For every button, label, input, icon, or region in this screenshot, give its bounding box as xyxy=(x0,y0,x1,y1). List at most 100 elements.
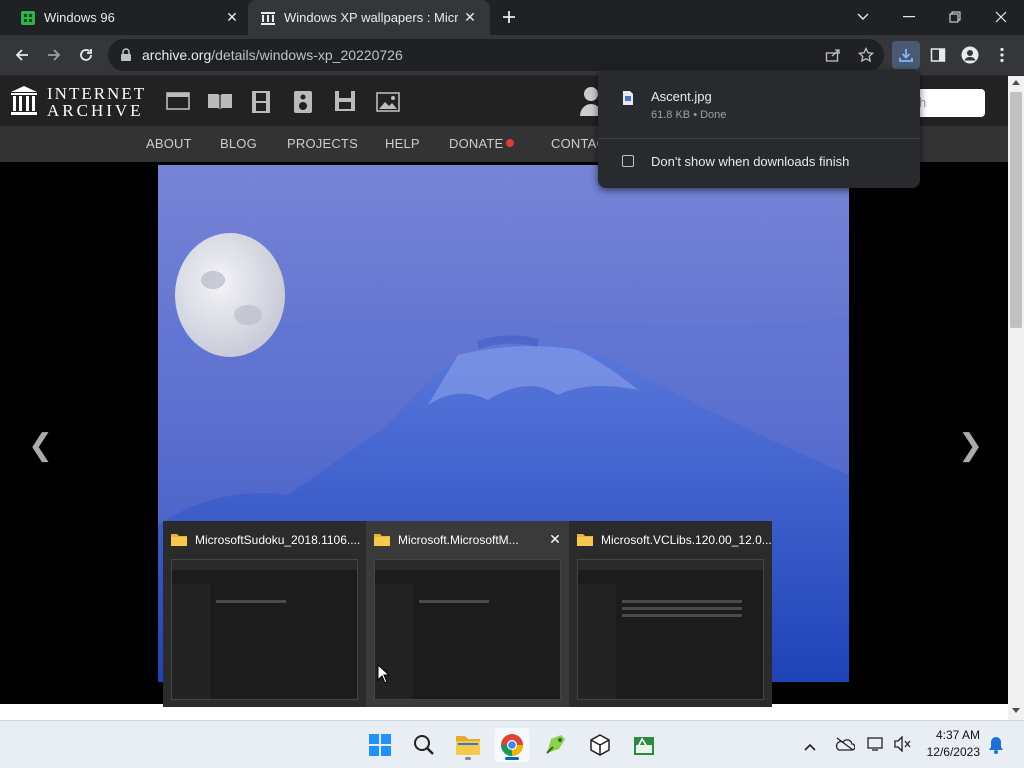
preview-title: MicrosoftSudoku_2018.1106.... xyxy=(195,533,361,547)
start-button[interactable] xyxy=(363,728,397,762)
download-filename: Ascent.jpg xyxy=(651,89,712,104)
back-button[interactable] xyxy=(8,41,36,69)
onedrive-icon[interactable] xyxy=(835,737,855,751)
taskbar-thumbnail-previews: MicrosoftSudoku_2018.1106.... Microsoft.… xyxy=(163,521,772,707)
volume-muted-icon[interactable] xyxy=(894,736,912,752)
tab-search-button[interactable] xyxy=(840,0,886,33)
dont-show-checkbox[interactable] xyxy=(622,155,634,167)
nav-help[interactable]: HELP xyxy=(385,136,420,151)
windows-taskbar: 4:37 AM 12/6/2023 xyxy=(0,720,1024,768)
search-icon xyxy=(414,735,434,755)
search-button[interactable] xyxy=(407,728,441,762)
preview-window-vclibs[interactable]: Microsoft.VCLibs.120.00_12.0... xyxy=(569,521,772,707)
mouse-cursor-icon xyxy=(377,664,389,684)
clock-date[interactable]: 12/6/2023 xyxy=(918,745,980,759)
file-explorer-button[interactable] xyxy=(451,728,485,762)
download-item[interactable]: Ascent.jpg 61.8 KB • Done xyxy=(598,70,920,138)
download-meta: 61.8 KB • Done xyxy=(651,109,727,121)
windows-logo-icon xyxy=(369,734,391,756)
chrome-button[interactable] xyxy=(495,728,529,762)
chevron-down-icon xyxy=(857,13,869,20)
downloads-divider xyxy=(598,138,920,139)
restore-icon xyxy=(949,11,961,22)
floppy-disk-icon[interactable] xyxy=(334,90,356,112)
tab-windows-96[interactable]: Windows 96 ✕ xyxy=(0,0,248,35)
tab-strip: Windows 96 ✕ Windows XP wallpapers : Mic… xyxy=(0,0,1024,35)
downloads-bubble: Ascent.jpg 61.8 KB • Done Don't show whe… xyxy=(598,70,920,188)
show-hidden-icons-button[interactable] xyxy=(804,738,816,756)
bookmark-star-icon[interactable] xyxy=(858,47,874,63)
dont-show-label[interactable]: Don't show when downloads finish xyxy=(651,154,849,169)
app-icon xyxy=(634,737,654,755)
tab-title: Windows 96 xyxy=(44,10,115,25)
pinned-app-button[interactable] xyxy=(539,728,573,762)
address-bar[interactable]: archive.org/details/windows-xp_20220726 xyxy=(108,39,884,71)
download-icon xyxy=(899,49,913,62)
preview-window-sudoku[interactable]: MicrosoftSudoku_2018.1106.... xyxy=(163,521,366,707)
new-tab-button[interactable] xyxy=(495,3,523,31)
forward-button[interactable] xyxy=(40,41,68,69)
carousel-next-icon[interactable]: ❯ xyxy=(958,428,983,463)
scrollbar-thumb[interactable] xyxy=(1010,92,1022,328)
ia-logo[interactable]: INTERNET ARCHIVE xyxy=(10,84,145,120)
side-panel-button[interactable] xyxy=(924,41,952,69)
file-icon xyxy=(623,91,633,105)
minimize-icon xyxy=(903,15,915,17)
profile-button[interactable] xyxy=(956,41,984,69)
pinned-app-button-3[interactable] xyxy=(627,728,661,762)
scroll-up-icon[interactable] xyxy=(1012,80,1020,85)
windows-96-favicon-icon xyxy=(21,10,35,25)
minimize-button[interactable] xyxy=(886,0,932,33)
preview-thumbnail xyxy=(171,559,358,700)
notification-bell-icon[interactable] xyxy=(988,736,1004,754)
nav-donate[interactable]: DONATE xyxy=(449,136,503,151)
chrome-menu-button[interactable] xyxy=(988,41,1016,69)
url-text: archive.org/details/windows-xp_20220726 xyxy=(142,47,403,63)
side-panel-icon xyxy=(930,48,946,62)
preview-title: Microsoft.VCLibs.120.00_12.0... xyxy=(601,533,772,547)
carousel-prev-icon[interactable]: ❮ xyxy=(28,428,53,463)
paint-app-icon xyxy=(546,735,565,754)
arrow-right-icon xyxy=(48,49,61,61)
preview-window-microsoftm[interactable]: Microsoft.MicrosoftM... ✕ xyxy=(366,521,569,707)
tab-title: Windows XP wallpapers : Micros xyxy=(284,10,458,25)
clock-time[interactable]: 4:37 AM xyxy=(918,728,980,742)
tab-windows-xp-wallpapers[interactable]: Windows XP wallpapers : Micros ✕ xyxy=(248,0,490,35)
profile-icon xyxy=(961,46,979,64)
running-indicator xyxy=(505,757,519,760)
folder-icon xyxy=(456,736,480,755)
scroll-down-icon[interactable] xyxy=(1012,708,1020,713)
network-icon[interactable] xyxy=(867,736,885,752)
speaker-icon[interactable] xyxy=(293,90,313,114)
chevron-up-icon xyxy=(804,743,816,751)
nav-blog[interactable]: BLOG xyxy=(220,136,257,151)
restore-button[interactable] xyxy=(932,0,978,33)
downloads-button[interactable] xyxy=(892,41,920,69)
nav-projects[interactable]: PROJECTS xyxy=(287,136,358,151)
close-window-button[interactable] xyxy=(978,0,1024,33)
page-scrollbar[interactable] xyxy=(1008,76,1024,720)
archive-building-icon xyxy=(11,86,37,115)
reload-icon xyxy=(80,49,92,61)
running-indicator xyxy=(465,757,471,760)
preview-title: Microsoft.MicrosoftM... xyxy=(398,533,519,547)
web-icon[interactable] xyxy=(166,92,190,110)
film-icon[interactable] xyxy=(250,90,272,114)
close-icon[interactable]: ✕ xyxy=(547,531,563,547)
tab-close-icon[interactable]: ✕ xyxy=(224,9,240,25)
internet-archive-favicon-icon xyxy=(261,11,275,25)
reload-button[interactable] xyxy=(72,41,100,69)
lock-icon[interactable] xyxy=(120,48,132,62)
plus-icon xyxy=(503,11,515,23)
nav-about[interactable]: ABOUT xyxy=(146,136,192,151)
pinned-app-button-2[interactable] xyxy=(583,728,617,762)
url-path: /details/windows-xp_20220726 xyxy=(211,47,403,63)
preview-thumbnail xyxy=(374,559,561,700)
share-icon[interactable] xyxy=(825,47,841,63)
book-icon[interactable] xyxy=(207,92,233,110)
package-icon xyxy=(590,734,610,756)
chrome-icon xyxy=(501,734,523,756)
donate-heart-icon xyxy=(506,139,514,147)
tab-close-icon[interactable]: ✕ xyxy=(462,9,478,25)
image-icon[interactable] xyxy=(376,92,400,112)
